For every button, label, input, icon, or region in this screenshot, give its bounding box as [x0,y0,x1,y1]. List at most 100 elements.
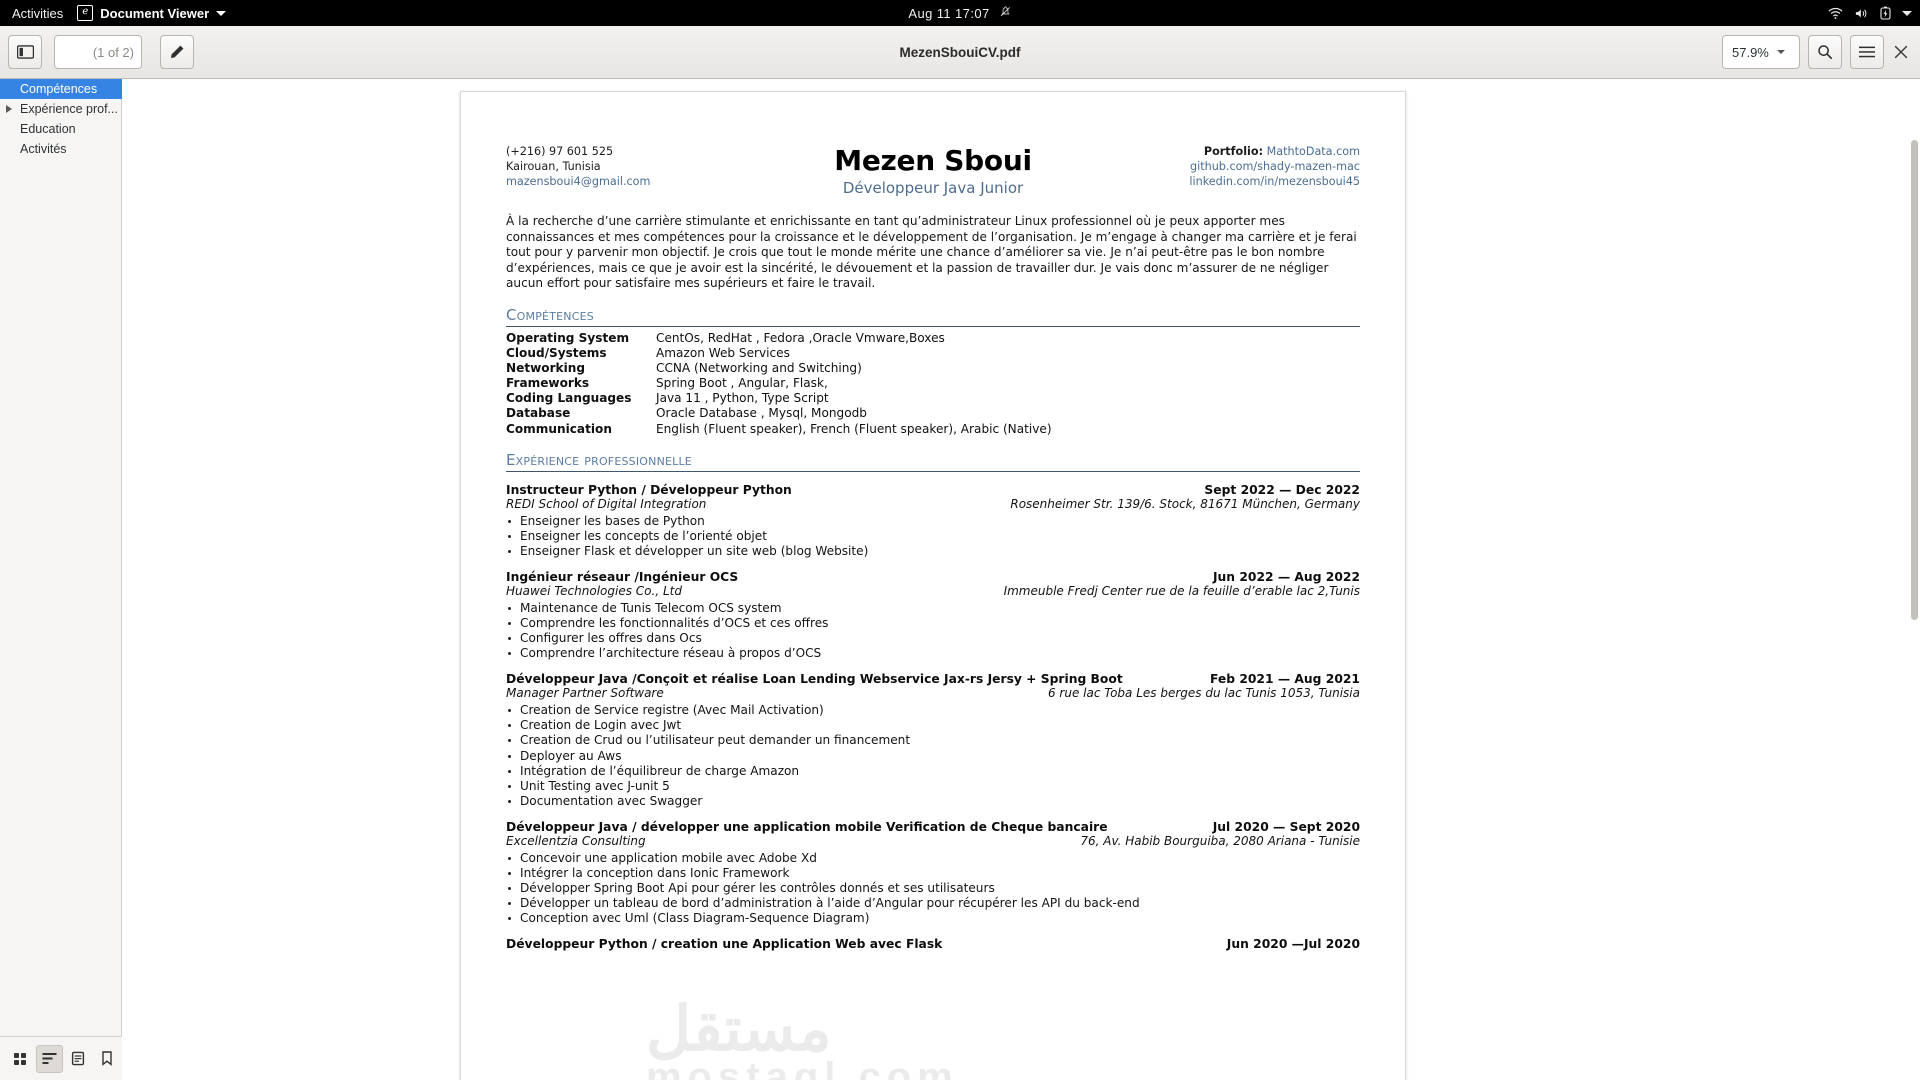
list-item: Intégrer la conception dans Ionic Framew… [506,866,1360,881]
app-menu-label: Document Viewer [100,5,210,21]
annotation-button[interactable] [160,35,194,69]
job-location: Rosenheimer Str. 139/6. Stock, 81671 Mün… [1010,496,1360,511]
vertical-scrollbar[interactable] [1911,136,1918,1080]
document-viewer-window: (1 of 2) MezenSbouiCV.pdf 57.9% Compéten… [0,26,1920,1080]
annotations-icon[interactable] [65,1045,92,1073]
scrollbar-thumb[interactable] [1911,140,1918,620]
github-link[interactable]: github.com/shady-mazen-mac [1189,159,1360,174]
linkedin-link[interactable]: linkedin.com/in/mezensboui45 [1189,174,1360,189]
list-item: Unit Testing avec J-unit 5 [506,779,1360,794]
job-location: Immeuble Fredj Center rue de la feuille … [1003,583,1360,598]
job-title: Développeur Java /Conçoit et réalise Loa… [506,672,1123,687]
chevron-down-icon [1776,50,1785,54]
skill-key: Coding Languages [506,391,632,406]
bookmarks-icon[interactable] [93,1045,120,1073]
pdf-page[interactable]: مستقل mostaql.com (+216) 97 601 525 Kair… [460,91,1406,1080]
sidebar: Compétences Expérience prof... Education… [0,79,122,1080]
job-org: Manager Partner Software [506,686,664,701]
sidebar-toggle-button[interactable] [8,35,42,69]
list-item: Enseigner les bases de Python [506,514,1360,529]
job-bullets: Maintenance de Tunis Telecom OCS system … [506,601,1360,661]
sidebar-item-education[interactable]: Education [0,119,122,139]
skill-value: CCNA (Networking and Switching) [656,361,862,376]
skill-key: Networking [506,361,586,376]
skill-value: CentOs, RedHat , Fedora ,Oracle Vmware,B… [656,330,945,345]
cv-summary: À la recherche d’une carrière stimulante… [506,214,1357,291]
contact-phone: (+216) 97 601 525 [506,145,614,158]
job-dates: Jun 2020 —Jul 2020 [1226,937,1360,952]
close-window-button[interactable] [1886,35,1916,69]
list-item: Développer un tableau de bord d’administ… [506,896,1360,911]
table-row: Networking CCNA (Networking and Switching… [506,361,1360,376]
table-row: Operating System CentOs, RedHat , Fedora … [506,331,1360,346]
job-dates: Jun 2022 — Aug 2022 [1212,569,1360,584]
job-dates: Feb 2021 — Aug 2021 [1210,672,1360,687]
list-item: Creation de Service registre (Avec Mail … [506,703,1360,718]
job-bullets: Concevoir une application mobile avec Ad… [506,851,1360,926]
section-rule [506,470,1360,472]
page-number-input[interactable]: (1 of 2) [54,35,142,69]
job-bullets: Enseigner les bases de Python Enseigner … [506,514,1360,559]
watermark: مستقل mostaql.com [646,992,959,1080]
system-menu-chevron-icon[interactable] [1902,10,1912,16]
list-item: Conception avec Uml (Class Diagram-Seque… [506,911,1360,926]
sidebar-item-experience[interactable]: Expérience prof... [0,99,122,119]
watermark-line-2: mostaql.com [646,1055,959,1080]
job-header: Développeur Java / développer une applic… [506,820,1360,834]
job-dates: Sept 2022 — Dec 2022 [1204,482,1360,497]
watermark-line-1: مستقل [646,995,832,1064]
document-viewer-icon: ℯ [77,5,94,21]
skill-key: Database [506,406,571,421]
main-menu-button[interactable] [1850,35,1884,69]
zoom-selector[interactable]: 57.9% [1722,35,1800,69]
job-location: 76, Av. Habib Bourguiba, 2080 Ariana - T… [1080,833,1360,848]
sidebar-item-activites[interactable]: Activités [0,139,122,159]
job-org: Excellentzia Consulting [506,833,646,848]
page-indicator-label: (1 of 2) [92,44,134,60]
thumbnails-icon[interactable] [7,1045,34,1073]
section-rule [506,325,1360,327]
list-item: Développer Spring Boot Api pour gérer le… [506,881,1360,896]
table-row: Communication English (Fluent speaker), F… [506,422,1360,437]
find-button[interactable] [1808,35,1842,69]
table-row: Database Oracle Database , Mysql, Mongodb [506,406,1360,421]
contact-block: (+216) 97 601 525 Kairouan, Tunisia maze… [506,144,650,190]
sidebar-item-competences[interactable]: Compétences [0,79,122,99]
job-title: Instructeur Python / Développeur Python [506,482,792,497]
document-view[interactable]: مستقل mostaql.com (+216) 97 601 525 Kair… [122,79,1920,1080]
volume-icon [1854,7,1869,20]
job-subheader: Manager Partner Software 6 rue lac Toba … [506,686,1360,700]
list-item: Creation de Login avec Jwt [506,718,1360,733]
outline-icon[interactable] [35,1044,63,1073]
activities-button[interactable]: Activities [0,6,77,21]
expand-triangle-icon[interactable] [6,105,12,113]
table-row: Frameworks Spring Boot , Angular, Flask, [506,376,1360,391]
list-item: Documentation avec Swagger [506,794,1360,809]
outline-item-label: Expérience prof... [20,102,118,116]
portfolio-link[interactable]: MathtoData.com [1267,145,1360,158]
job-org: Huawei Technologies Co., Ltd [506,583,682,598]
job-title: Ingénieur réseaur /Ingénieur OCS [506,569,739,584]
system-status-area[interactable] [1828,0,1912,26]
job-header: Instructeur Python / Développeur Python … [506,483,1360,497]
job-title: Développeur Python / creation une Applic… [506,937,943,952]
contact-email[interactable]: mazensboui4@gmail.com [506,174,650,189]
job-subheader: REDI School of Digital Integration Rosen… [506,497,1360,511]
job-header: Ingénieur réseaur /Ingénieur OCS Jun 202… [506,570,1360,584]
outline-item-label: Activités [20,142,67,156]
app-menu-button[interactable]: ℯ Document Viewer [77,5,227,21]
cv-content: (+216) 97 601 525 Kairouan, Tunisia maze… [506,144,1360,951]
list-item: Comprendre l’architecture réseau à propo… [506,646,1360,661]
list-item: Maintenance de Tunis Telecom OCS system [506,601,1360,616]
list-item: Intégration de l’équilibreur de charge A… [506,764,1360,779]
skill-value: English (Fluent speaker), French (Fluent… [656,421,1052,436]
portfolio-line: Portfolio: MathtoData.com [1189,144,1360,159]
skill-key: Frameworks [506,376,590,391]
sidebar-tool-bar [0,1036,122,1080]
zoom-level-label: 57.9% [1732,44,1769,60]
outline-item-label: Education [20,122,76,136]
skill-value: Oracle Database , Mysql, Mongodb [656,406,867,421]
document-title-label: MezenSbouiCV.pdf [899,45,1021,60]
skill-key: Cloud/Systems [506,346,607,361]
job-location: 6 rue lac Toba Les berges du lac Tunis 1… [1047,686,1360,701]
